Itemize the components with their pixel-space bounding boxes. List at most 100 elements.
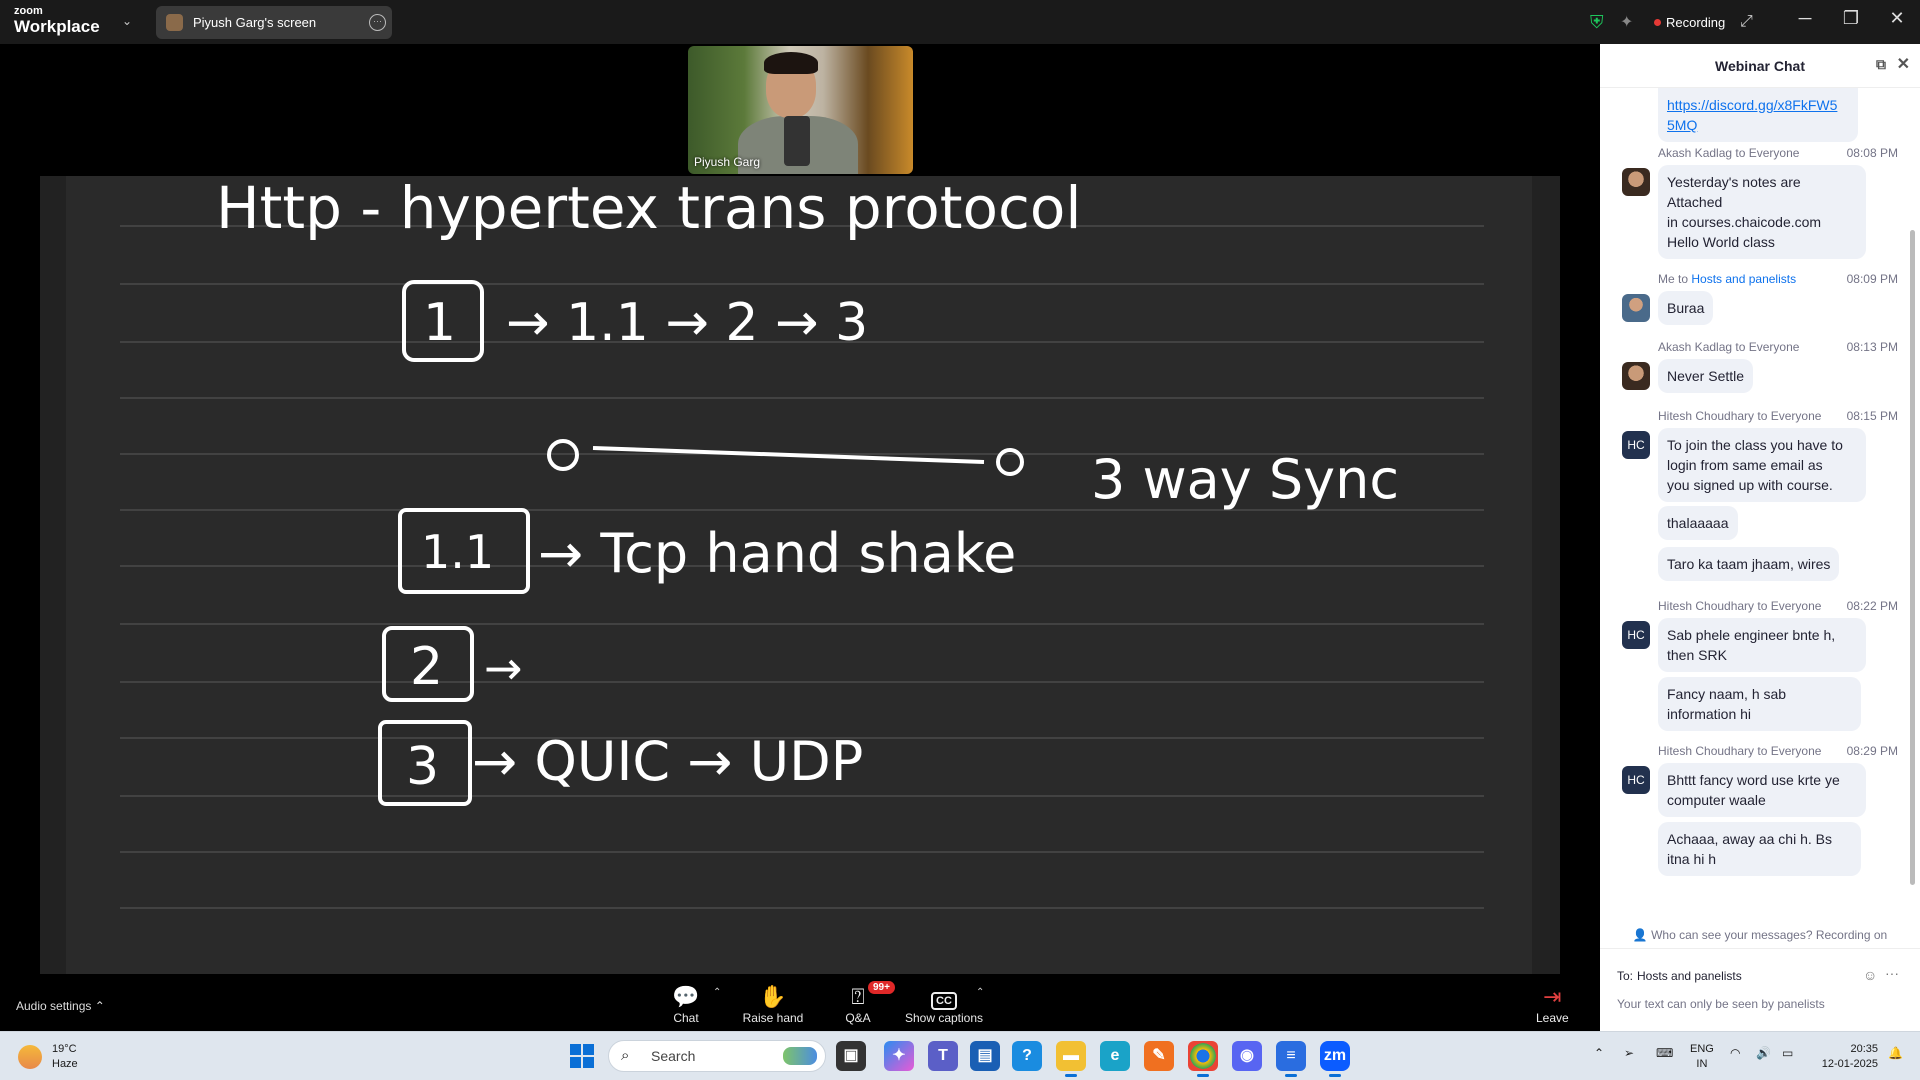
fullscreen-icon[interactable]: ⤢ — [1740, 0, 1753, 44]
chat-bubble: Fancy naam, h sab information hi — [1658, 677, 1861, 731]
leave-button[interactable]: ⇥ Leave — [1536, 983, 1569, 1025]
chat-meta: Akash Kadlag to Everyone 08:08 PM — [1658, 146, 1898, 160]
chrome-icon[interactable] — [1188, 1041, 1218, 1077]
chevron-down-icon[interactable]: ⌄ — [122, 14, 132, 28]
volume-icon[interactable]: 🔊 — [1756, 1046, 1771, 1060]
chat-button[interactable]: 💬 Chat — [668, 983, 704, 1025]
to-label: To: — [1617, 969, 1634, 983]
board-num-1: 1 — [423, 293, 456, 353]
lang-code: ENG — [1690, 1043, 1714, 1055]
avatar — [1622, 168, 1650, 196]
captions-options-chevron-icon[interactable]: ⌃ — [976, 987, 984, 998]
ai-companion-icon[interactable]: ✦ — [1620, 0, 1633, 44]
copilot-icon[interactable]: ✦ — [884, 1041, 914, 1071]
time: 20:35 — [1850, 1043, 1878, 1055]
battery-icon[interactable]: ▭ — [1782, 1046, 1793, 1060]
chat-scrollbar[interactable] — [1910, 230, 1915, 885]
recording-label: Recording — [1666, 14, 1726, 30]
audio-settings-button[interactable]: Audio settings ⌃ — [16, 999, 105, 1013]
help-icon[interactable]: ? — [1012, 1041, 1042, 1071]
discord-icon[interactable]: ◉ — [1232, 1041, 1262, 1071]
sender-name: Hitesh Choudhary to Everyone — [1658, 744, 1822, 758]
chat-bubble-link: https://discord.gg/x8FkFW5 5MQ — [1658, 88, 1858, 142]
chat-input[interactable]: Your text can only be seen by panelists — [1617, 997, 1825, 1011]
zoom-window: { "app": {"brand_small": "zoom", "brand_… — [0, 0, 1920, 1080]
board-num-2: 2 — [410, 637, 443, 697]
screen-share-pill[interactable]: Piyush Garg's screen ··· — [156, 6, 392, 39]
chat-visibility-note[interactable]: 👤 Who can see your messages? Recording o… — [1600, 928, 1920, 942]
notepad-icon[interactable]: ≡ — [1276, 1041, 1306, 1077]
sender-name: Akash Kadlag to Everyone — [1658, 340, 1800, 354]
more-options-icon[interactable]: ··· — [369, 14, 386, 31]
recording-indicator[interactable]: Recording — [1654, 0, 1725, 44]
share-label: Piyush Garg's screen — [193, 15, 317, 30]
region-code: IN — [1696, 1058, 1708, 1070]
discord-link[interactable]: https://discord.gg/x8FkFW5 5MQ — [1667, 97, 1837, 133]
close-window-icon[interactable]: ✕ — [1882, 8, 1912, 29]
chat-header: Webinar Chat ⧉ ✕ — [1600, 44, 1920, 88]
task-view-icon[interactable]: ▣ — [836, 1041, 866, 1071]
chat-meta: Hitesh Choudhary to Everyone 08:15 PM — [1658, 409, 1898, 423]
chat-bubble: Bhttt fancy word use krte ye computer waa… — [1658, 763, 1866, 817]
chat-bubble: Sab phele engineer bnte h, then SRK — [1658, 618, 1866, 672]
search-highlight-icon — [783, 1047, 817, 1065]
windows-start-icon[interactable] — [570, 1044, 594, 1068]
webinar-chat-panel: Webinar Chat ⧉ ✕ https://discord.gg/x8Fk… — [1600, 44, 1920, 1031]
weather-widget[interactable]: 19°C Haze — [18, 1042, 78, 1072]
file-explorer-icon[interactable]: ▬ — [1056, 1041, 1086, 1077]
board-row-2: → 1.1 → 2 → 3 — [506, 293, 868, 353]
chat-icon: 💬 — [672, 984, 700, 1009]
recording-dot-icon — [1654, 18, 1661, 26]
emoji-icon[interactable]: ☺ — [1863, 967, 1877, 983]
chat-options-chevron-icon[interactable]: ⌃ — [713, 987, 721, 998]
temperature: 19°C — [52, 1043, 77, 1055]
location-icon[interactable]: ➢ — [1624, 1046, 1634, 1060]
sharer-avatar — [166, 14, 183, 31]
more-icon[interactable]: ··· — [1885, 965, 1899, 981]
date: 12-01-2025 — [1821, 1058, 1878, 1070]
board-quic: → QUIC → UDP — [472, 730, 863, 793]
brand-small: zoom — [14, 5, 43, 17]
show-captions-button[interactable]: CC Show captions — [904, 983, 984, 1025]
keyboard-icon[interactable]: ⌨ — [1656, 1046, 1673, 1060]
recipient-name[interactable]: Hosts and panelists — [1691, 272, 1796, 286]
message-time: 08:22 PM — [1846, 599, 1898, 613]
message-time: 08:29 PM — [1846, 744, 1898, 758]
captions-icon: CC — [904, 983, 984, 1011]
chat-bubble: To join the class you have to login from … — [1658, 428, 1866, 502]
security-shield-icon[interactable]: ⛨ — [1590, 0, 1604, 44]
captions-label: Show captions — [904, 1011, 984, 1025]
language-indicator[interactable]: ENG IN — [1690, 1042, 1714, 1072]
close-chat-icon[interactable]: ✕ — [1897, 54, 1910, 74]
sender-name: Akash Kadlag to Everyone — [1658, 146, 1800, 160]
zoom-logo[interactable]: zoom Workplace — [14, 5, 100, 36]
chat-message-list[interactable]: https://discord.gg/x8FkFW5 5MQ Akash Kadl… — [1600, 88, 1910, 928]
tray-overflow-icon[interactable]: ⌃ — [1594, 1046, 1604, 1060]
sync-line — [592, 446, 985, 464]
wifi-icon[interactable]: ◠ — [1730, 1046, 1740, 1060]
zoom-app-icon[interactable]: zm — [1320, 1041, 1350, 1077]
brand-name: Workplace — [14, 17, 100, 36]
pen-app-icon[interactable]: ✎ — [1144, 1041, 1174, 1071]
store-icon[interactable]: ▤ — [970, 1041, 1000, 1071]
speaker-video-tile[interactable]: Piyush Garg — [688, 46, 913, 174]
board-num-3: 3 — [406, 737, 439, 797]
clock[interactable]: 20:35 12-01-2025 — [1810, 1042, 1878, 1072]
taskbar-search[interactable]: ⌕ Search — [608, 1040, 826, 1072]
audio-settings-label: Audio settings — [16, 999, 92, 1013]
minimize-icon[interactable]: ─ — [1790, 8, 1820, 29]
leave-icon: ⇥ — [1543, 984, 1562, 1009]
edge-icon[interactable]: e — [1100, 1041, 1130, 1071]
restore-icon[interactable]: ❐ — [1836, 8, 1866, 29]
chat-compose: To: Hosts and panelists ☺ ··· Your text c… — [1600, 948, 1920, 1031]
notification-icon[interactable]: 🔔 — [1888, 1046, 1903, 1060]
chat-bubble: Never Settle — [1658, 359, 1754, 393]
teams-icon[interactable]: T — [928, 1041, 958, 1071]
weather-icon — [18, 1045, 42, 1069]
leave-label: Leave — [1536, 1011, 1569, 1025]
raise-hand-button[interactable]: ✋ Raise hand — [742, 983, 804, 1025]
recipient-select[interactable]: To: Hosts and panelists — [1617, 969, 1742, 983]
microphone — [784, 116, 810, 166]
pop-out-icon[interactable]: ⧉ — [1876, 56, 1886, 73]
message-time: 08:09 PM — [1846, 272, 1898, 286]
